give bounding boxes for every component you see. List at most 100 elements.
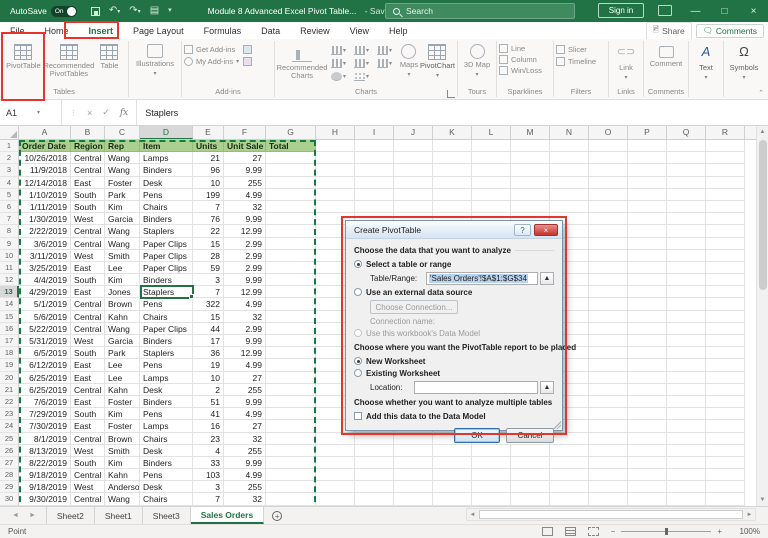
cell[interactable] xyxy=(706,323,745,335)
column-header-K[interactable]: K xyxy=(433,126,472,139)
row-header-14[interactable]: 14 xyxy=(0,298,19,310)
row-header-24[interactable]: 24 xyxy=(0,420,19,432)
cell[interactable]: 255 xyxy=(224,384,266,396)
cell[interactable]: South xyxy=(71,347,105,359)
cell[interactable] xyxy=(667,286,706,298)
cell[interactable]: Central xyxy=(71,225,105,237)
cell[interactable]: Garcia xyxy=(105,335,140,347)
cell[interactable]: 4/29/2019 xyxy=(19,286,71,298)
cell[interactable]: Chairs xyxy=(140,493,193,505)
cell[interactable] xyxy=(433,164,472,176)
3d-map-button[interactable]: 3D Map ▾ xyxy=(460,41,494,79)
cell[interactable] xyxy=(472,493,511,505)
cell[interactable]: Kim xyxy=(105,408,140,420)
column-chart-icon[interactable]: ▾ xyxy=(331,45,348,55)
cell[interactable]: Jones xyxy=(105,286,140,298)
cell[interactable] xyxy=(589,298,628,310)
addin-shortcut-icon[interactable] xyxy=(243,57,252,66)
cell[interactable] xyxy=(706,238,745,250)
row-header-26[interactable]: 26 xyxy=(0,445,19,457)
cell[interactable] xyxy=(472,189,511,201)
cell[interactable] xyxy=(706,445,745,457)
column-header-C[interactable]: C xyxy=(105,126,140,139)
column-header-F[interactable]: F xyxy=(224,126,266,139)
cell[interactable]: 23 xyxy=(193,433,224,445)
cell[interactable] xyxy=(266,177,316,189)
cell[interactable]: Pens xyxy=(140,359,193,371)
cell[interactable]: Staplers xyxy=(140,225,193,237)
cell[interactable]: 27 xyxy=(224,420,266,432)
tab-data[interactable]: Data xyxy=(251,22,290,39)
comments-button[interactable]: 🗨 Comments xyxy=(696,24,764,38)
cell[interactable]: West xyxy=(71,481,105,493)
cell[interactable]: Desk xyxy=(140,445,193,457)
cell[interactable] xyxy=(433,152,472,164)
cell[interactable]: 8/22/2019 xyxy=(19,457,71,469)
cell[interactable] xyxy=(589,201,628,213)
cell[interactable] xyxy=(706,201,745,213)
cell[interactable]: Park xyxy=(105,189,140,201)
row-header-11[interactable]: 11 xyxy=(0,262,19,274)
cell[interactable]: East xyxy=(71,177,105,189)
cell[interactable] xyxy=(589,372,628,384)
cell[interactable] xyxy=(355,469,394,481)
tab-formulas[interactable]: Formulas xyxy=(194,22,252,39)
cell[interactable]: Lamps xyxy=(140,152,193,164)
recommended-charts-button[interactable]: Recommended Charts xyxy=(277,41,327,80)
cell[interactable] xyxy=(550,469,589,481)
cell[interactable] xyxy=(706,481,745,493)
cell[interactable]: 9.99 xyxy=(224,396,266,408)
cell[interactable]: 12/14/2018 xyxy=(19,177,71,189)
cell[interactable]: 7 xyxy=(193,201,224,213)
cell[interactable] xyxy=(394,445,433,457)
column-header-I[interactable]: I xyxy=(355,126,394,139)
cell[interactable] xyxy=(433,177,472,189)
cell[interactable] xyxy=(316,189,355,201)
cell[interactable]: Brown xyxy=(105,298,140,310)
cell[interactable] xyxy=(316,493,355,505)
cell[interactable]: 10 xyxy=(193,372,224,384)
cell[interactable] xyxy=(266,384,316,396)
cell[interactable] xyxy=(394,177,433,189)
cell[interactable]: 8/1/2019 xyxy=(19,433,71,445)
cell[interactable] xyxy=(706,420,745,432)
cell[interactable]: 9.99 xyxy=(224,274,266,286)
cell[interactable]: 76 xyxy=(193,213,224,225)
zoom-slider[interactable] xyxy=(621,531,711,532)
cell[interactable]: 4/4/2019 xyxy=(19,274,71,286)
select-all-corner[interactable] xyxy=(0,126,19,139)
cell[interactable]: 19 xyxy=(193,359,224,371)
row-header-2[interactable]: 2 xyxy=(0,152,19,164)
cell[interactable]: Chairs xyxy=(140,433,193,445)
cell[interactable]: 21 xyxy=(193,152,224,164)
cell[interactable] xyxy=(628,274,667,286)
cell[interactable]: Kim xyxy=(105,457,140,469)
sheet-tab-sheet1[interactable]: Sheet1 xyxy=(95,507,143,524)
cell[interactable] xyxy=(628,433,667,445)
cell[interactable]: Binders xyxy=(140,396,193,408)
cell[interactable]: Park xyxy=(105,347,140,359)
cell[interactable]: 3 xyxy=(193,481,224,493)
cell[interactable] xyxy=(589,481,628,493)
confirm-entry-icon[interactable]: ✓ xyxy=(102,107,110,118)
cell[interactable] xyxy=(667,408,706,420)
cell[interactable]: 4.99 xyxy=(224,359,266,371)
cell[interactable] xyxy=(266,201,316,213)
cell[interactable]: Central xyxy=(71,238,105,250)
cell[interactable] xyxy=(628,396,667,408)
row-header-7[interactable]: 7 xyxy=(0,213,19,225)
cell[interactable] xyxy=(706,298,745,310)
range-picker-icon[interactable]: ▲ xyxy=(540,272,554,285)
cell[interactable]: Brown xyxy=(105,433,140,445)
cell[interactable] xyxy=(589,238,628,250)
cell[interactable] xyxy=(266,298,316,310)
cell[interactable]: Region xyxy=(71,140,105,152)
row-header-5[interactable]: 5 xyxy=(0,189,19,201)
cell[interactable] xyxy=(472,481,511,493)
cell[interactable]: 7/30/2019 xyxy=(19,420,71,432)
cell[interactable]: West xyxy=(71,445,105,457)
cell[interactable] xyxy=(433,457,472,469)
cell[interactable] xyxy=(472,201,511,213)
row-header-3[interactable]: 3 xyxy=(0,164,19,176)
cell[interactable]: 255 xyxy=(224,177,266,189)
